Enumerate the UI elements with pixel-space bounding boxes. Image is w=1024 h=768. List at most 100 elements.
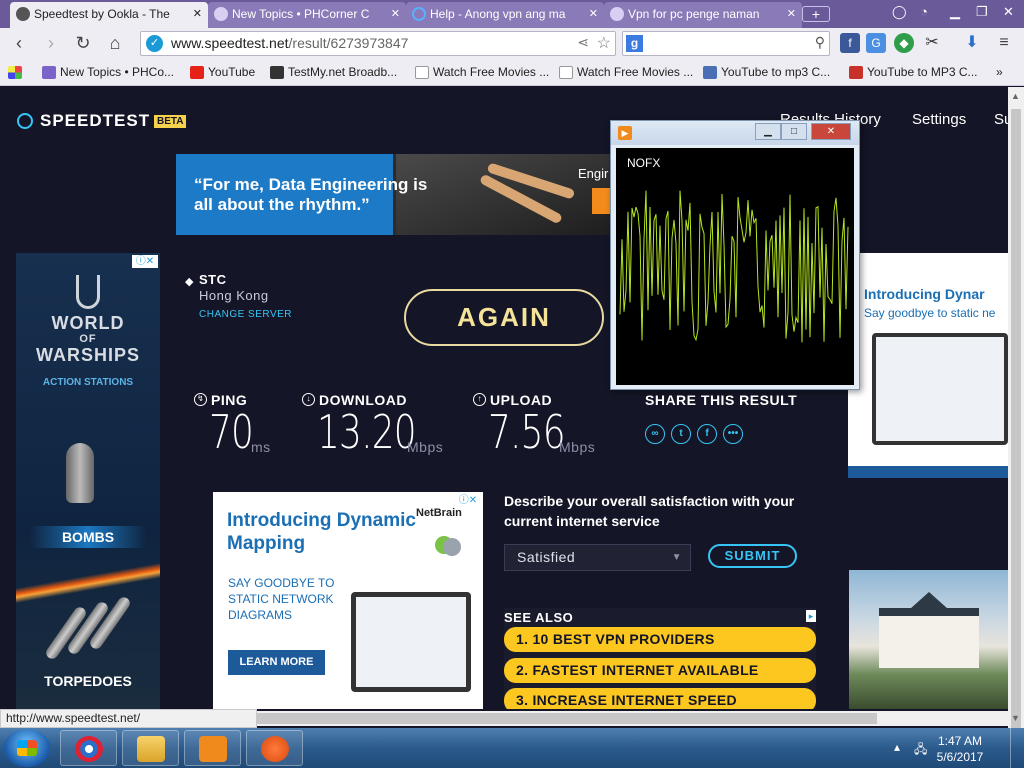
translate-extension-icon[interactable]: G (866, 33, 886, 53)
network-icon[interactable]: 🖧 (914, 740, 927, 761)
tab-vpn-pc[interactable]: Vpn for pc penge naman ✕ (604, 2, 802, 28)
bookmark-item[interactable]: TestMy.net Broadb... (270, 65, 397, 79)
more-share-icon[interactable]: ••• (723, 424, 743, 444)
show-hidden-icons-icon[interactable]: ▴ (894, 740, 900, 754)
paper-plane-icon (261, 736, 289, 762)
speedtest-logo[interactable]: SPEEDTEST (40, 111, 150, 131)
reload-icon[interactable]: ↻ (72, 32, 94, 54)
tab-title: Vpn for pc penge naman (628, 7, 760, 21)
netbrain-right-ad[interactable]: Introducing Dynar Say goodbye to static … (848, 253, 1008, 478)
vertical-scrollbar[interactable]: ▲ ▼ (1008, 87, 1024, 729)
search-icon[interactable]: ⚲ (815, 34, 825, 51)
netbrain-title: Introducing Dynamic Mapping (227, 510, 416, 554)
adchoices-icon[interactable]: ⓘ✕ (455, 494, 481, 507)
maximize-icon[interactable]: □ (781, 123, 807, 140)
bookmark-item[interactable]: Watch Free Movies ... (415, 65, 549, 79)
submit-button[interactable]: SUBMIT (708, 544, 797, 568)
tab-phcorner[interactable]: New Topics • PHCorner C ✕ (208, 2, 406, 28)
share-title: SHARE THIS RESULT (645, 392, 798, 408)
google-icon[interactable]: g (626, 35, 643, 52)
netbrain-ad[interactable]: ⓘ✕ Introducing Dynamic Mapping NetBrain … (213, 492, 483, 709)
banner-ad[interactable]: “For me, Data Engineering is all about t… (176, 154, 610, 235)
back-icon[interactable]: ‹ (8, 32, 30, 54)
see-also-item[interactable]: 1. 10 BEST VPN PROVIDERS (504, 627, 816, 652)
change-server-link[interactable]: CHANGE SERVER (199, 309, 292, 320)
show-desktop-button[interactable] (1010, 728, 1024, 768)
tab-close-icon[interactable]: ✕ (391, 2, 400, 26)
home-icon[interactable]: ⌂ (104, 32, 126, 54)
new-tab-button[interactable]: + (802, 6, 830, 22)
phcorner-favicon-icon (610, 7, 624, 21)
bookmark-star-icon[interactable]: ☆ (597, 33, 611, 53)
secure-check-icon: ✓ (146, 35, 163, 52)
taskbar-browser[interactable] (60, 730, 117, 766)
tab-help-vpn[interactable]: Help - Anong vpn ang ma ✕ (406, 2, 604, 28)
close-window-icon[interactable]: ✕ (1003, 4, 1014, 20)
download-icon[interactable]: ⬇ (962, 33, 982, 53)
scroll-up-icon[interactable]: ▲ (1011, 91, 1020, 101)
shield-extension-icon[interactable]: ◆ (894, 33, 914, 53)
facebook-share-icon[interactable]: f (697, 424, 717, 444)
bookmark-item[interactable]: Watch Free Movies ... (559, 65, 693, 79)
server-name: STC (199, 272, 227, 287)
taskbar-app[interactable] (246, 730, 303, 766)
twitter-share-icon[interactable]: t (671, 424, 691, 444)
browser-toolbar: ‹ › ↻ ⌂ ✓ www.speedtest.net/result/62739… (0, 28, 1024, 60)
start-button[interactable] (4, 729, 50, 767)
link-share-icon[interactable]: ∞ (645, 424, 665, 444)
forward-icon[interactable]: › (40, 32, 62, 54)
facebook-extension-icon[interactable]: f (840, 33, 860, 53)
see-also-item[interactable]: 3. INCREASE INTERNET SPEED (504, 688, 816, 709)
scroll-down-icon[interactable]: ▼ (1011, 713, 1020, 723)
nav-settings[interactable]: Settings (912, 111, 966, 128)
tab-close-icon[interactable]: ✕ (193, 2, 202, 26)
restore-icon[interactable]: ❐ (976, 4, 988, 20)
tab-close-icon[interactable]: ✕ (787, 2, 796, 26)
taskbar-media-player[interactable] (184, 730, 241, 766)
scissors-icon[interactable]: ✂ (922, 33, 942, 53)
horizontal-scrollbar[interactable] (257, 711, 1008, 726)
tab-speedtest[interactable]: Speedtest by Ookla - The ✕ (10, 2, 208, 28)
menu-icon[interactable]: ≡ (994, 33, 1014, 53)
tab-title: Help - Anong vpn ang ma (430, 7, 566, 21)
torpedoes-label: TORPEDOES (44, 673, 132, 689)
see-also-item[interactable]: 2. FASTEST INTERNET AVAILABLE (504, 658, 816, 683)
download-value: 13.20 (317, 405, 417, 459)
share-icon[interactable]: ⋖ (577, 34, 589, 51)
profile-icon[interactable]: ◯ (892, 4, 907, 20)
user-icon[interactable]: ◔ (920, 4, 928, 19)
building-ad[interactable] (849, 570, 1008, 709)
scroll-thumb[interactable] (257, 713, 877, 724)
bookmark-item[interactable]: New Topics • PHCo... (42, 65, 174, 79)
netbrain-brand: NetBrain (416, 507, 462, 519)
close-icon[interactable]: ✕ (811, 123, 851, 140)
adchoices-icon[interactable]: ▸ (806, 610, 816, 622)
learn-more-button[interactable]: LEARN MORE (228, 650, 325, 675)
again-button[interactable]: AGAIN (404, 289, 604, 346)
minimize-icon[interactable]: ▁ (755, 123, 781, 140)
speedtest-logo-icon (17, 113, 33, 129)
taskbar-explorer[interactable] (122, 730, 179, 766)
clock[interactable]: 1:47 AM 5/6/2017 (932, 733, 988, 765)
warships-subtitle: ACTION STATIONS (42, 377, 134, 388)
right-ad-subtitle: Say goodbye to static ne (864, 306, 996, 320)
tab-close-icon[interactable]: ✕ (589, 2, 598, 26)
upload-value: 7.56 (488, 405, 566, 459)
bookmark-item[interactable]: YouTube (190, 65, 255, 79)
address-bar[interactable]: ✓ www.speedtest.net/result/6273973847 ⋖ … (140, 31, 616, 56)
see-also-section: SEE ALSO ▸ 1. 10 BEST VPN PROVIDERS 2. F… (504, 608, 816, 709)
nav-more[interactable]: Su (994, 111, 1008, 128)
adchoices-icon[interactable]: ⓘ✕ (132, 255, 158, 268)
media-titlebar[interactable]: ▶ ▁ □ ✕ (611, 121, 859, 145)
warships-ad[interactable]: ⓘ✕ WORLD OF WARSHIPS ACTION STATIONS BOM… (16, 253, 160, 709)
search-box[interactable]: g ⚲ (622, 31, 830, 56)
bookmark-item[interactable]: YouTube to MP3 C... (849, 65, 978, 79)
scroll-thumb[interactable] (1011, 109, 1021, 729)
taskbar: ▴ 🖧 1:47 AM 5/6/2017 (0, 728, 1024, 768)
server-location: Hong Kong (199, 288, 269, 303)
satisfaction-select[interactable]: Satisfied ▼ (504, 544, 691, 571)
minimize-icon[interactable]: ▁ (950, 4, 960, 20)
bookmark-item[interactable]: YouTube to mp3 C... (703, 65, 830, 79)
media-player-window[interactable]: ▶ ▁ □ ✕ NOFX (610, 120, 860, 390)
more-bookmarks-icon[interactable]: » (996, 65, 1003, 79)
